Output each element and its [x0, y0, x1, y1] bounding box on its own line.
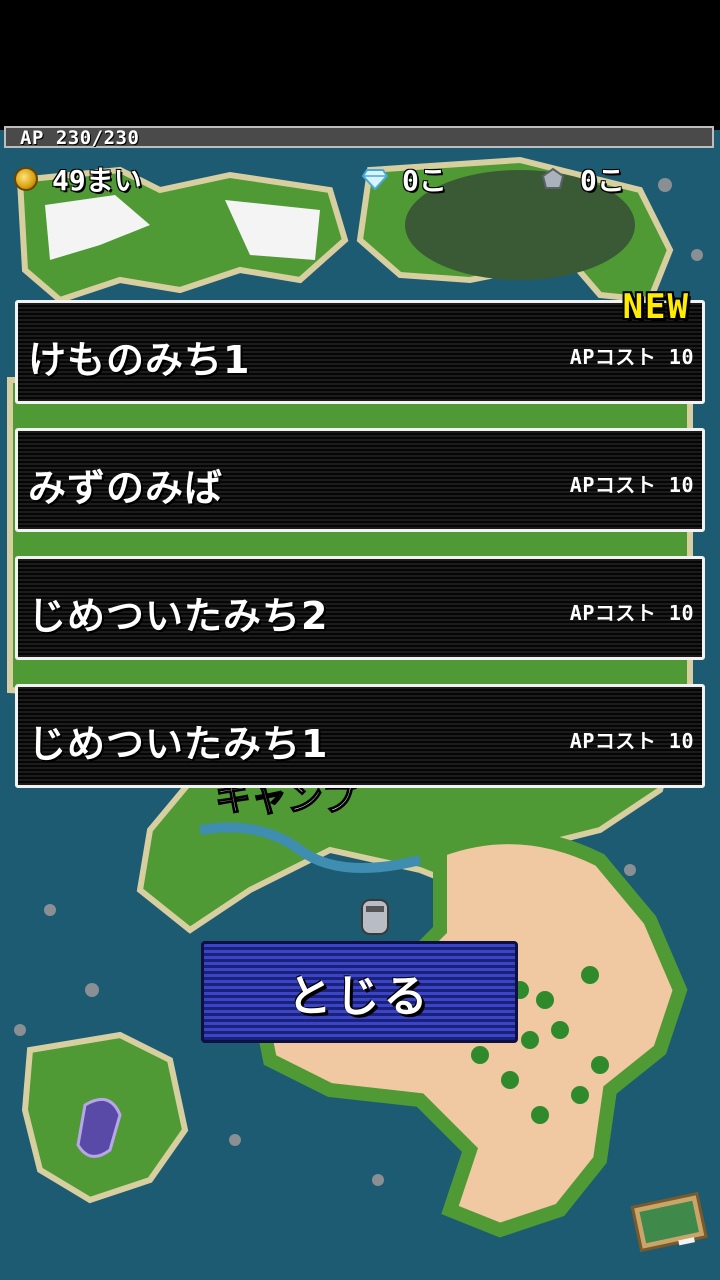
stage-ap-cost: APコスト 10	[569, 345, 694, 369]
stage-name: じめついたみち2	[28, 594, 329, 638]
stage-name: じめついたみち1	[28, 722, 329, 766]
game-screen: キャンプ AP 230/230 49まい 0こ 0こ けものみち1 APコスト …	[0, 0, 720, 1280]
gem-counter: 0こ	[362, 160, 447, 198]
coin-icon	[14, 167, 38, 191]
stage-ap-cost: APコスト 10	[569, 601, 694, 625]
stage-item-2[interactable]: みずのみば APコスト 10	[15, 428, 705, 532]
ore-counter: 0こ	[540, 160, 625, 198]
close-button-label: とじる	[287, 971, 432, 1022]
ap-text: AP 230/230	[20, 127, 140, 149]
gem-count: 0こ	[402, 164, 447, 197]
ore-count: 0こ	[580, 164, 625, 197]
stage-name: けものみち1	[28, 338, 251, 382]
chalkboard-icon[interactable]	[630, 1190, 708, 1252]
stage-name: みずのみば	[28, 466, 224, 510]
ap-gauge: AP 230/230	[4, 126, 714, 149]
stage-item-3[interactable]: じめついたみち2 APコスト 10	[15, 556, 705, 660]
stage-item-4[interactable]: じめついたみち1 APコスト 10	[15, 684, 705, 788]
coin-count: 49まい	[52, 164, 142, 197]
stage-item-1[interactable]: けものみち1 APコスト 10 NEW	[15, 287, 705, 404]
diamond-icon	[362, 169, 388, 190]
stage-ap-cost: APコスト 10	[569, 473, 694, 497]
coin-counter: 49まい	[14, 160, 142, 198]
stage-ap-cost: APコスト 10	[569, 729, 694, 753]
player-sprite	[361, 899, 389, 935]
new-badge: NEW	[622, 287, 690, 327]
close-button[interactable]: とじる	[201, 941, 518, 1043]
ore-icon	[541, 167, 565, 189]
